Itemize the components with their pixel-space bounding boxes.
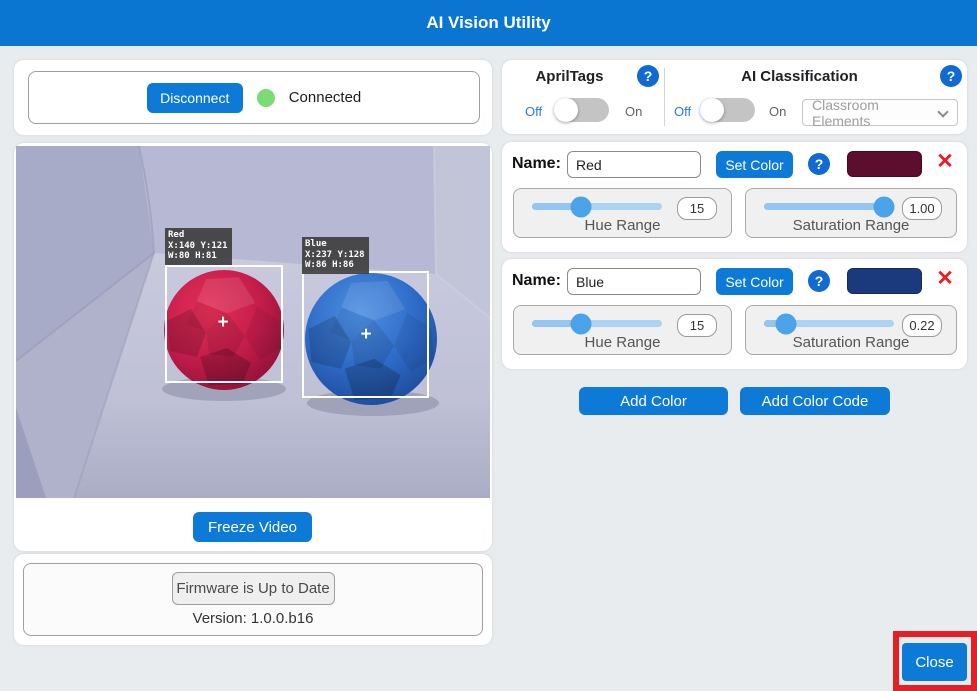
connected-status-icon (257, 89, 275, 107)
color-signature-card-blue: Name: Set Color ? ✕ 15 Hue Range 0.22 Sa… (502, 259, 967, 369)
apriltags-help-icon[interactable]: ? (637, 65, 659, 87)
ai-classification-on-label: On (769, 104, 786, 119)
apriltags-on-label: On (625, 104, 642, 119)
freeze-video-button[interactable]: Freeze Video (193, 512, 312, 542)
detection-center-cross-red: + (215, 315, 231, 331)
firmware-status-button[interactable]: Firmware is Up to Date (172, 572, 335, 605)
ai-classification-title: AI Classification (672, 68, 927, 85)
hue-range-box-red: 15 Hue Range (513, 188, 732, 238)
firmware-box: Firmware is Up to Date Version: 1.0.0.b1… (23, 563, 483, 636)
name-label: Name: (512, 155, 561, 173)
set-color-button-red[interactable]: Set Color (716, 151, 793, 178)
detection-center-cross-blue: + (358, 327, 374, 343)
hue-range-label: Hue Range (514, 334, 731, 351)
dropdown-chevron-icon (937, 106, 948, 117)
color-swatch-red[interactable] (847, 151, 922, 177)
apriltags-toggle-knob (554, 98, 578, 122)
ai-classification-toggle[interactable] (700, 98, 755, 122)
hue-slider-red[interactable] (532, 203, 662, 210)
ai-model-dropdown-value: Classroom Elements (812, 97, 931, 129)
color-swatch-blue[interactable] (847, 268, 922, 294)
firmware-version-text: Version: 1.0.0.b16 (193, 610, 314, 627)
hue-slider-thumb-red[interactable] (571, 196, 592, 217)
hue-range-label: Hue Range (514, 217, 731, 234)
camera-video-feed: RedX:140 Y:121W:80 H:81 BlueX:237 Y:128W… (16, 146, 490, 498)
add-color-button[interactable]: Add Color (579, 387, 728, 415)
set-color-button-blue[interactable]: Set Color (716, 268, 793, 295)
saturation-range-box-blue: 0.22 Saturation Range (745, 305, 957, 355)
detection-label-blue: BlueX:237 Y:128W:86 H:86 (302, 237, 369, 274)
hue-range-box-blue: 15 Hue Range (513, 305, 732, 355)
color-name-input-blue[interactable] (567, 268, 701, 295)
connection-status-text: Connected (289, 89, 362, 106)
set-color-help-icon-blue[interactable]: ? (808, 270, 830, 292)
connection-card: Disconnect Connected (14, 60, 492, 135)
delete-color-icon-red[interactable]: ✕ (932, 149, 958, 175)
hue-slider-thumb-blue[interactable] (571, 313, 592, 334)
set-color-help-icon-red[interactable]: ? (808, 153, 830, 175)
ai-model-dropdown[interactable]: Classroom Elements (802, 99, 958, 126)
saturation-range-box-red: 1.00 Saturation Range (745, 188, 957, 238)
color-name-input-red[interactable] (567, 151, 701, 178)
saturation-slider-thumb-red[interactable] (873, 196, 894, 217)
color-signature-card-red: Name: Set Color ? ✕ 15 Hue Range 1.00 Sa… (502, 142, 967, 252)
apriltags-off-label: Off (525, 104, 542, 119)
add-color-code-button[interactable]: Add Color Code (740, 387, 890, 415)
name-label: Name: (512, 272, 561, 290)
connection-status-box: Disconnect Connected (28, 71, 480, 124)
delete-color-icon-blue[interactable]: ✕ (932, 266, 958, 292)
saturation-slider-fill (764, 203, 884, 210)
apriltags-toggle[interactable] (554, 98, 609, 122)
saturation-range-label: Saturation Range (746, 217, 956, 234)
ai-classification-toggle-knob (700, 98, 724, 122)
saturation-slider-blue[interactable] (764, 320, 894, 327)
ai-classification-off-label: Off (674, 104, 691, 119)
section-divider (664, 68, 665, 126)
disconnect-button[interactable]: Disconnect (147, 83, 243, 113)
camera-card: RedX:140 Y:121W:80 H:81 BlueX:237 Y:128W… (14, 143, 492, 551)
window-title: AI Vision Utility (0, 0, 977, 46)
detection-label-red: RedX:140 Y:121W:80 H:81 (165, 228, 232, 265)
saturation-slider-red[interactable] (764, 203, 894, 210)
apriltags-title: AprilTags (502, 68, 637, 85)
ai-classification-help-icon[interactable]: ? (940, 65, 962, 87)
saturation-slider-thumb-blue[interactable] (776, 313, 797, 334)
saturation-range-label: Saturation Range (746, 334, 956, 351)
detection-modes-card: AprilTags ? Off On AI Classification ? O… (502, 60, 967, 134)
firmware-card: Firmware is Up to Date Version: 1.0.0.b1… (14, 554, 492, 645)
close-button[interactable]: Close (902, 643, 967, 681)
hue-slider-blue[interactable] (532, 320, 662, 327)
